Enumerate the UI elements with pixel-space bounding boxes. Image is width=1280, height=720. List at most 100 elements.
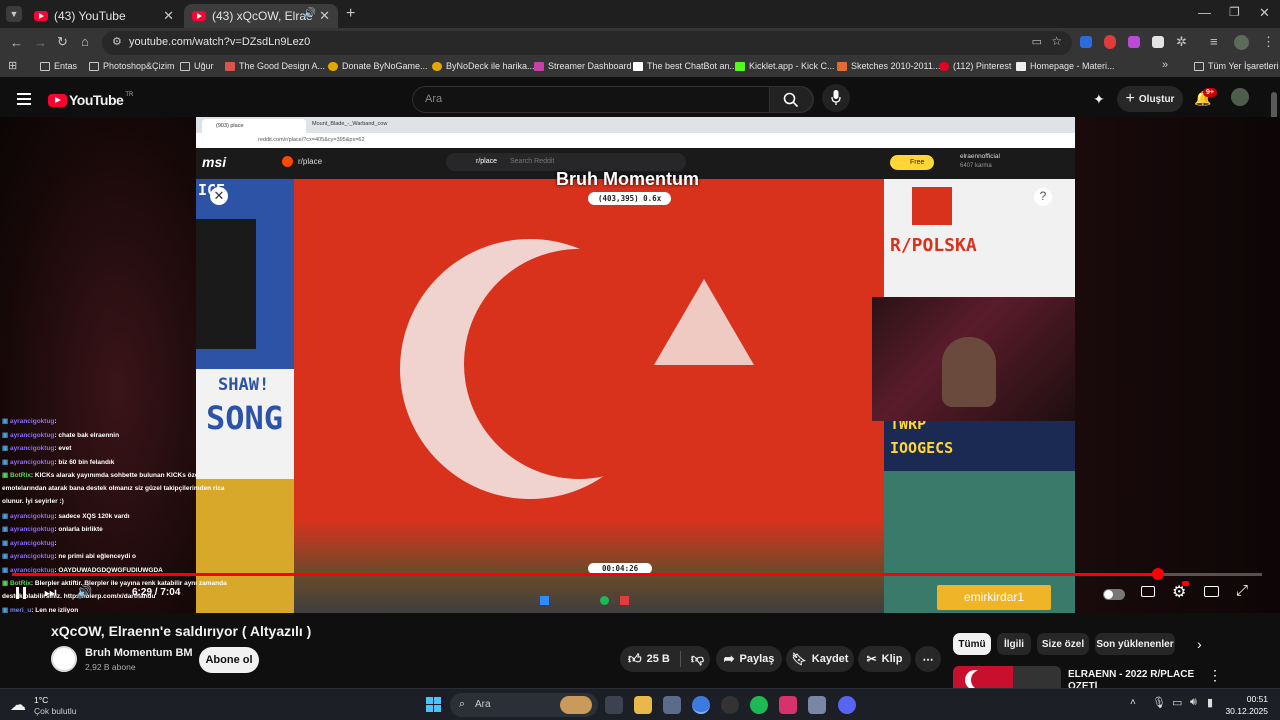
tab-current-video[interactable]: (43) xQcOW, Elraenn'e saldır 🔊 ✕ <box>184 4 338 28</box>
more-actions-button[interactable]: ⋯ <box>915 646 941 672</box>
windows-start-icon[interactable] <box>426 697 441 712</box>
minimize-button[interactable]: — <box>1198 5 1211 20</box>
save-button[interactable]: 🔖︎ Kaydet <box>786 646 854 672</box>
next-video-title[interactable]: ELRAENN - 2022 R/PLACE <box>1068 669 1194 680</box>
bookmark-item[interactable]: Donate ByNoGame... <box>328 61 428 71</box>
restore-button[interactable]: ❐ <box>1229 5 1240 19</box>
bookmark-item[interactable]: Entas <box>40 61 77 71</box>
battery-icon[interactable]: ▮ <box>1207 696 1213 709</box>
apps-grid-icon[interactable]: ⊞ <box>8 59 17 72</box>
back-icon[interactable]: ← <box>10 35 23 50</box>
video-player[interactable]: (903) place Mount_Blade_-_Warband_cow re… <box>0 117 1280 613</box>
tab-search-button[interactable]: ▼ <box>6 6 22 22</box>
next-video-title-line2[interactable]: ÖZETİ <box>1068 681 1097 688</box>
store-icon[interactable] <box>663 696 681 714</box>
chrome-icon[interactable] <box>692 696 710 714</box>
file-explorer-icon[interactable] <box>634 696 652 714</box>
channel-avatar[interactable] <box>51 646 77 672</box>
hamburger-menu-icon[interactable] <box>17 93 31 105</box>
search-box[interactable]: Ara <box>412 86 814 113</box>
create-button[interactable]: + Oluştur <box>1117 86 1183 112</box>
subtitles-icon[interactable] <box>1141 586 1155 597</box>
bookmark-item[interactable]: (112) Pinterest <box>939 61 1011 71</box>
home-icon[interactable]: ⌂ <box>81 34 89 49</box>
search-input[interactable]: Ara <box>425 93 442 105</box>
clock-date[interactable]: 30.12.2025 <box>1222 706 1268 716</box>
volume-icon[interactable]: 🔊 <box>76 584 92 600</box>
bookmark-item[interactable]: Sketches 2010-2011... <box>837 61 940 71</box>
progress-bar[interactable] <box>12 568 1262 580</box>
chrome-menu-icon[interactable]: ⋮ <box>1262 34 1275 50</box>
bookmarks-bar: ⊞ Entas Photoshop&Çizim Uğur The Good De… <box>0 58 1280 77</box>
app-icon[interactable] <box>808 696 826 714</box>
close-window-button[interactable]: ✕ <box>1259 5 1270 21</box>
speaker-icon[interactable]: 🔊︎ <box>1190 696 1197 709</box>
close-tab-icon[interactable]: ✕ <box>163 8 174 24</box>
weather-description[interactable]: Çok bulutlu <box>34 706 77 716</box>
bookmark-item[interactable]: Kicklet.app - Kick C... <box>735 61 835 71</box>
more-bookmarks-icon[interactable]: » <box>1162 59 1168 71</box>
chevron-right-icon[interactable]: › <box>1197 636 1202 652</box>
next-video-thumbnail[interactable] <box>953 666 1061 690</box>
extension-icon[interactable] <box>1104 35 1116 49</box>
thumbs-up-icon[interactable]: 👍︎ <box>628 651 642 667</box>
audio-playing-icon[interactable]: 🔊 <box>304 8 316 19</box>
youtube-logo[interactable]: YouTube TR <box>48 92 133 108</box>
subscribe-button[interactable]: Abone ol <box>199 647 259 673</box>
forward-icon[interactable]: → <box>34 35 47 50</box>
chip-for-you[interactable]: Size özel <box>1037 633 1089 655</box>
extension-icon[interactable] <box>1152 36 1164 48</box>
theater-mode-icon[interactable] <box>1204 586 1219 597</box>
all-bookmarks-folder[interactable]: Tüm Yer İşaretleri <box>1194 61 1279 71</box>
obs-icon[interactable] <box>721 696 739 714</box>
pause-button[interactable] <box>16 587 26 599</box>
thumbs-down-icon[interactable]: 👎︎ <box>691 651 704 667</box>
fullscreen-icon[interactable]: ⤢ <box>1236 582 1248 599</box>
autoplay-toggle[interactable] <box>1103 589 1125 600</box>
reload-icon[interactable]: ↻ <box>57 34 68 50</box>
bookmark-item[interactable]: Homepage - Materi... <box>1016 61 1115 71</box>
chip-related[interactable]: İlgili <box>997 633 1031 655</box>
weather-temperature[interactable]: 1°C <box>34 695 48 705</box>
next-video-icon[interactable]: ⏭ <box>44 584 57 601</box>
bookmark-item[interactable]: ByNoDeck ile harika... <box>432 61 535 71</box>
close-tab-icon[interactable]: ✕ <box>319 8 330 24</box>
reading-list-icon[interactable]: ≡ <box>1210 34 1218 49</box>
tab-youtube-home[interactable]: (43) YouTube ✕ <box>26 4 182 28</box>
chevron-up-icon[interactable]: ˄ <box>1130 697 1136 708</box>
like-count[interactable]: 25 B <box>647 653 670 665</box>
chip-all[interactable]: Tümü <box>953 633 991 655</box>
profile-avatar[interactable] <box>1234 35 1249 50</box>
share-button[interactable]: ➦ Paylaş <box>716 646 782 672</box>
extension-icon[interactable] <box>1128 36 1140 48</box>
site-info-icon[interactable]: ⚙ <box>112 35 122 48</box>
bookmark-star-icon[interactable]: ☆ <box>1051 34 1062 48</box>
weather-cloud-icon[interactable]: ☁ <box>10 695 26 715</box>
extension-icon[interactable] <box>1080 36 1092 48</box>
bookmark-item[interactable]: Streamer Dashboard <box>534 61 632 71</box>
bookmark-item[interactable]: The best ChatBot an... <box>633 61 737 71</box>
task-view-icon[interactable] <box>605 696 623 714</box>
bookmark-item[interactable]: The Good Design A... <box>225 61 325 71</box>
spotify-icon[interactable] <box>750 696 768 714</box>
search-button[interactable] <box>769 86 813 113</box>
clip-button[interactable]: ✂ Klip <box>858 646 911 672</box>
extensions-puzzle-icon[interactable]: ✲ <box>1176 34 1187 50</box>
video-menu-icon[interactable]: ⋮ <box>1208 667 1222 684</box>
cast-icon[interactable]: ▭ <box>1032 35 1042 48</box>
premium-spark-icon[interactable]: ✦ <box>1093 91 1105 108</box>
discord-icon[interactable] <box>838 696 856 714</box>
chip-recently-uploaded[interactable]: Son yüklenenler <box>1095 633 1175 655</box>
network-icon[interactable]: ▭ <box>1172 696 1182 709</box>
microphone-icon[interactable]: 🎙︎ <box>1152 696 1166 709</box>
bookmark-item[interactable]: Uğur <box>180 61 214 71</box>
taskbar-search[interactable]: ⌕ Ara <box>450 693 598 717</box>
voice-search-button[interactable] <box>822 84 850 112</box>
new-tab-button[interactable]: + <box>346 5 355 23</box>
bookmark-item[interactable]: Photoshop&Çizim <box>89 61 175 71</box>
account-avatar[interactable] <box>1231 88 1249 106</box>
address-bar[interactable]: ⚙ youtube.com/watch?v=DZsdLn9Lez0 ▭ ☆ <box>102 31 1072 55</box>
clock-time[interactable]: 00:51 <box>1228 694 1268 704</box>
app-icon[interactable] <box>779 696 797 714</box>
channel-name[interactable]: Bruh Momentum BM <box>85 647 193 659</box>
